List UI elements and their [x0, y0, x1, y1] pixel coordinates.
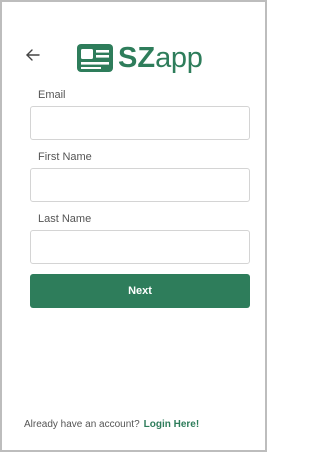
login-prompt: Already have an account? Login Here!	[24, 418, 254, 432]
back-arrow-icon[interactable]	[24, 46, 42, 64]
first-name-label: First Name	[38, 151, 92, 163]
email-label: Email	[38, 89, 66, 101]
logo-text-bold: SZ	[118, 42, 156, 74]
app-logo: SZapp	[76, 35, 226, 81]
signup-screen: SZapp Email First Name Last Name Next Al…	[12, 12, 261, 444]
app-frame: SZapp Email First Name Last Name Next Al…	[0, 0, 267, 452]
first-name-field[interactable]	[30, 168, 250, 202]
login-here-link[interactable]: Login Here!	[144, 419, 200, 430]
last-name-field[interactable]	[30, 230, 250, 264]
login-prompt-text: Already have an account?	[24, 419, 140, 430]
email-field[interactable]	[30, 106, 250, 140]
next-button[interactable]: Next	[30, 274, 250, 308]
logo-text-regular: app	[155, 42, 203, 74]
id-card-icon	[77, 44, 113, 72]
last-name-label: Last Name	[38, 213, 92, 225]
logo-wordmark: SZapp	[118, 38, 203, 78]
